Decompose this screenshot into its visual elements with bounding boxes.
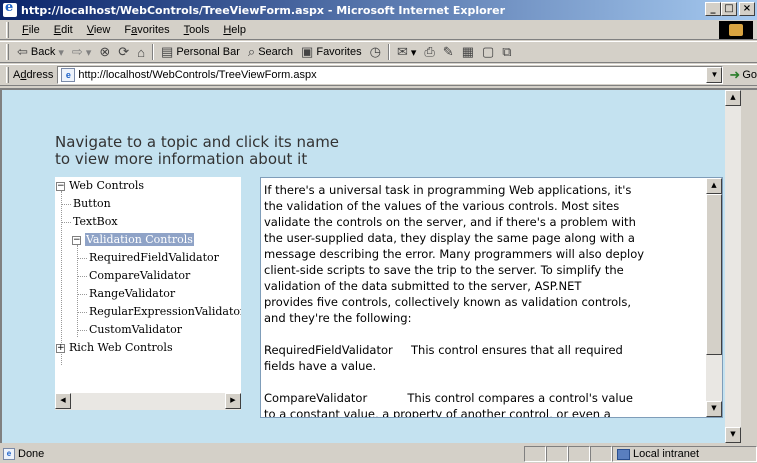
personal-bar-button[interactable]: ▤ Personal Bar [157, 44, 244, 60]
standard-toolbar: ⇦ Back ▾ ⇨ ▾ ⊗ ⟳ ⌂ ▤ Personal Bar ⌕ Sear… [0, 41, 757, 63]
page-icon: e [61, 68, 76, 82]
toolbar-grip[interactable] [6, 21, 9, 38]
tree-node-rich-web-controls[interactable]: + Rich Web Controls [56, 339, 173, 357]
go-arrow-icon: ➜ [729, 67, 741, 82]
ie-logo-icon [3, 0, 17, 17]
research-icon: ⧉ [502, 44, 512, 59]
status-cell [568, 446, 590, 462]
maximize-button[interactable]: □ [721, 2, 737, 16]
history-icon: ◷ [369, 44, 381, 59]
toolbar-separator [152, 44, 155, 60]
refresh-button[interactable]: ⟳ [114, 44, 133, 60]
expand-icon[interactable]: + [56, 343, 65, 353]
collapse-icon[interactable]: − [72, 235, 81, 245]
description-text: If there's a universal task in programmi… [264, 183, 645, 418]
status-main: e Done [0, 448, 524, 460]
search-icon: ⌕ [247, 44, 256, 59]
page-scroll-down-button[interactable]: ▼ [725, 427, 741, 443]
history-button[interactable]: ◷ [366, 44, 385, 60]
local-intranet-icon [617, 448, 630, 460]
scroll-thumb[interactable] [706, 194, 722, 355]
browser-viewport: Navigate to a topic and click its name t… [0, 88, 757, 443]
status-bar: e Done Local intranet [0, 445, 757, 463]
tree-node-required-field-validator[interactable]: RequiredFieldValidator [78, 249, 219, 267]
menu-view[interactable]: View [80, 24, 118, 36]
address-url[interactable]: http://localhost/WebControls/TreeViewFor… [78, 69, 316, 81]
tree-node-validation-controls[interactable]: − Validation Controls [72, 231, 194, 249]
refresh-icon: ⟳ [118, 44, 130, 59]
messenger-icon: ▢ [481, 44, 495, 59]
discuss-icon: ▦ [461, 44, 474, 59]
scroll-left-button[interactable]: ◀ [55, 393, 71, 409]
mail-icon: ✉ [396, 44, 408, 59]
forward-arrow-icon: ⇨ [71, 44, 83, 59]
windows-logo-icon [719, 21, 753, 39]
security-zone[interactable]: Local intranet [612, 446, 757, 462]
minimize-button[interactable]: _ [705, 2, 721, 16]
go-button[interactable]: ➜ Go [729, 67, 757, 83]
menu-bar: File Edit View Favorites Tools Help [0, 20, 757, 40]
tree-node-button[interactable]: Button [62, 195, 111, 213]
home-button[interactable]: ⌂ [133, 45, 149, 60]
tree-node-regular-expression-validator[interactable]: RegularExpressionValidator [78, 303, 241, 321]
forward-button[interactable]: ⇨ ▾ [68, 44, 95, 60]
title-bar: http://localhost/WebControls/TreeViewFor… [0, 0, 757, 20]
print-icon: ⎙ [424, 44, 435, 59]
print-button[interactable]: ⎙ [420, 44, 438, 60]
tree-horizontal-scrollbar[interactable]: ◀ ▶ [55, 393, 241, 410]
page-content: Navigate to a topic and click its name t… [2, 90, 741, 443]
scroll-down-button[interactable]: ▼ [706, 401, 722, 417]
address-input[interactable]: e http://localhost/WebControls/TreeViewF… [57, 66, 724, 84]
tree-view: − Web Controls Button TextBox − Validation… [55, 177, 241, 410]
back-arrow-icon: ⇦ [17, 44, 28, 59]
search-button[interactable]: ⌕ Search [244, 44, 297, 60]
toolbar-grip[interactable] [6, 44, 9, 60]
toolbar-separator [387, 44, 390, 60]
edit-icon: ✎ [442, 44, 454, 59]
scroll-right-button[interactable]: ▶ [225, 393, 241, 409]
chevron-down-icon: ▾ [85, 46, 92, 59]
status-cell [590, 446, 612, 462]
status-cell [546, 446, 568, 462]
tree-node-web-controls[interactable]: − Web Controls [56, 177, 144, 195]
menu-favorites[interactable]: Favorites [117, 24, 176, 36]
status-cell [524, 446, 546, 462]
page-headline: Navigate to a topic and click its name t… [55, 133, 340, 168]
discuss-button[interactable]: ▦ [458, 44, 478, 60]
mail-button[interactable]: ✉ ▾ [393, 44, 420, 60]
page-scroll-up-button[interactable]: ▲ [725, 90, 741, 106]
scroll-up-button[interactable]: ▲ [706, 178, 722, 194]
home-icon: ⌂ [137, 44, 146, 60]
page-vertical-scrollbar[interactable]: ▲ ▼ [725, 90, 741, 443]
page-done-icon: e [3, 448, 15, 460]
favorites-folder-icon: ▣ [301, 44, 314, 59]
toolbar-grip[interactable] [6, 67, 9, 83]
tree-node-custom-validator[interactable]: CustomValidator [78, 321, 182, 339]
menu-help[interactable]: Help [216, 24, 253, 36]
address-label: Address [12, 69, 54, 81]
stop-button[interactable]: ⊗ [95, 44, 114, 60]
tree-node-textbox[interactable]: TextBox [62, 213, 118, 231]
chevron-down-icon: ▾ [58, 46, 64, 59]
description-scrollbar[interactable]: ▲ ▼ [706, 178, 722, 417]
menu-tools[interactable]: Tools [177, 24, 217, 36]
chevron-down-icon: ▾ [410, 46, 417, 59]
tree-node-compare-validator[interactable]: CompareValidator [78, 267, 190, 285]
collapse-icon[interactable]: − [56, 181, 65, 191]
edit-button[interactable]: ✎ [439, 44, 458, 60]
menu-file[interactable]: File [15, 24, 47, 36]
close-button[interactable]: × [739, 2, 755, 16]
favorites-button[interactable]: ▣ Favorites [297, 44, 366, 60]
messenger-button[interactable]: ▢ [478, 44, 498, 60]
menu-edit[interactable]: Edit [47, 24, 80, 36]
description-textarea[interactable]: If there's a universal task in programmi… [260, 177, 723, 418]
research-button[interactable]: ⧉ [498, 44, 515, 60]
window-title: http://localhost/WebControls/TreeViewFor… [21, 3, 505, 17]
personal-bar-icon: ▤ [161, 44, 174, 59]
address-bar: Address e http://localhost/WebControls/T… [0, 64, 757, 86]
back-button[interactable]: ⇦ Back ▾ [13, 44, 68, 60]
stop-icon: ⊗ [99, 44, 111, 59]
address-dropdown-button[interactable]: ▼ [706, 67, 723, 83]
tree-node-range-validator[interactable]: RangeValidator [78, 285, 175, 303]
